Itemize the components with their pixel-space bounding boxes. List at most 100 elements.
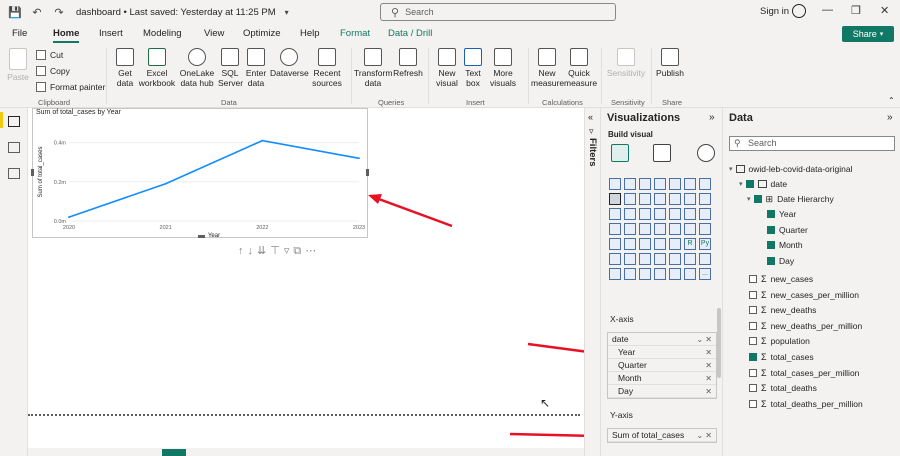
chevron-down-icon[interactable]: ▾ (747, 195, 751, 203)
tab-insert[interactable]: Insert (99, 28, 123, 39)
recent-sources-button[interactable]: Recent sources (308, 48, 346, 88)
hierarchy-level-item[interactable]: Year (767, 207, 796, 221)
field-controls-icon[interactable]: ⌄ ✕ (696, 333, 712, 346)
cut-button[interactable]: Cut (36, 50, 63, 60)
visual-type-icon[interactable] (669, 238, 681, 250)
visual-type-icon[interactable] (624, 208, 636, 220)
chevron-down-icon[interactable]: ▾ (739, 180, 743, 188)
visual-type-icon[interactable] (624, 193, 636, 205)
visual-type-icon[interactable] (699, 178, 711, 190)
visual-type-icon[interactable] (654, 208, 666, 220)
visual-type-icon[interactable] (609, 208, 621, 220)
visual-type-icon[interactable] (639, 208, 651, 220)
visual-type-icon[interactable] (639, 268, 651, 280)
visual-type-icon[interactable] (654, 223, 666, 235)
tab-modeling[interactable]: Modeling (143, 28, 182, 39)
x-axis-field-month[interactable]: Month ✕ (608, 372, 716, 385)
filters-pane-collapsed[interactable]: « ▿ Filters (584, 108, 600, 456)
visual-type-icon[interactable] (684, 193, 696, 205)
hierarchy-level-item[interactable]: Quarter (767, 223, 808, 237)
x-axis-field-date[interactable]: date ⌄ ✕ (608, 333, 716, 346)
checkbox[interactable] (745, 180, 754, 188)
remove-icon[interactable]: ✕ (705, 385, 712, 398)
transform-data-button[interactable]: Transform data (354, 48, 392, 88)
resize-handle[interactable] (366, 169, 369, 176)
sign-in-link[interactable]: Sign in (760, 6, 789, 17)
model-view-icon[interactable] (8, 168, 20, 179)
publish-button[interactable]: Publish (655, 48, 685, 78)
visual-type-icon[interactable] (654, 178, 666, 190)
visual-type-icon[interactable] (684, 253, 696, 265)
global-search-input[interactable]: ⚲ Search (380, 3, 616, 21)
expand-hierarchy-icon[interactable]: ⊤ (270, 245, 284, 257)
visual-type-icon[interactable] (639, 253, 651, 265)
visual-type-icon[interactable] (699, 253, 711, 265)
field-item[interactable]: Σnew_cases (749, 272, 813, 286)
checkbox[interactable] (749, 290, 757, 299)
visual-type-icon[interactable] (654, 253, 666, 265)
date-field-node[interactable]: ▾ date (739, 177, 787, 191)
visual-type-icon[interactable] (684, 268, 696, 280)
page-tab[interactable] (162, 449, 186, 456)
checkbox[interactable] (767, 256, 775, 265)
date-hierarchy-node[interactable]: ▾ ⊞ Date Hierarchy (747, 192, 834, 206)
visual-type-icon[interactable] (684, 208, 696, 220)
refresh-button[interactable]: Refresh (392, 48, 424, 78)
restore-icon[interactable]: ❐ (851, 4, 861, 17)
y-axis-well[interactable]: Sum of total_cases ⌄ ✕ (607, 428, 717, 443)
build-visual-icon[interactable] (611, 144, 629, 162)
field-item[interactable]: Σtotal_cases_per_million (749, 366, 859, 380)
x-axis-field-quarter[interactable]: Quarter ✕ (608, 359, 716, 372)
tab-help[interactable]: Help (300, 28, 320, 39)
field-item[interactable]: Σnew_deaths_per_million (749, 319, 862, 333)
chevron-up-icon[interactable]: ⌃ (888, 96, 895, 105)
checkbox[interactable] (749, 384, 757, 393)
excel-workbook-button[interactable]: Excel workbook (138, 48, 176, 88)
quick-measure-button[interactable]: Quick measure (564, 48, 597, 88)
checkbox[interactable] (749, 306, 757, 315)
chevrons-left-icon[interactable]: « (588, 112, 593, 122)
visual-type-icon[interactable] (639, 223, 651, 235)
close-icon[interactable]: ✕ (880, 4, 889, 17)
checkbox[interactable] (749, 368, 757, 377)
dataverse-button[interactable]: Dataverse (270, 48, 309, 78)
minimize-icon[interactable]: — (822, 4, 833, 16)
x-axis-field-year[interactable]: Year ✕ (608, 346, 716, 359)
table-node[interactable]: ▾ owid-leb-covid-data-original (729, 162, 852, 176)
visual-type-icon[interactable] (684, 178, 696, 190)
chevron-down-icon[interactable]: ▾ (729, 165, 733, 173)
tab-data-drill[interactable]: Data / Drill (388, 28, 432, 39)
visual-type-icon[interactable]: R (684, 238, 696, 250)
visual-type-icon[interactable] (699, 208, 711, 220)
checkbox[interactable] (749, 399, 757, 408)
visual-type-icon[interactable] (624, 253, 636, 265)
visual-type-icon[interactable] (669, 253, 681, 265)
visual-type-icon[interactable]: ... (699, 268, 711, 280)
x-axis-field-day[interactable]: Day ✕ (608, 385, 716, 398)
focus-mode-icon[interactable]: ⧉ (293, 245, 305, 257)
enter-data-button[interactable]: Enter data (243, 48, 269, 88)
visual-type-icon[interactable] (609, 223, 621, 235)
field-item[interactable]: Σnew_deaths (749, 303, 816, 317)
report-canvas[interactable]: 0.0m 0.2m 0.4m 2020 2021 2022 2023 Year Sum of t… (28, 108, 584, 456)
chevrons-right-icon[interactable]: » (709, 112, 715, 123)
visual-type-icon[interactable] (639, 193, 651, 205)
visual-type-icon[interactable] (669, 178, 681, 190)
user-avatar-icon[interactable] (792, 4, 806, 18)
visual-type-icon[interactable] (639, 238, 651, 250)
field-item[interactable]: Σtotal_cases (749, 350, 814, 364)
visual-type-icon[interactable] (654, 193, 666, 205)
hierarchy-level-item[interactable]: Day (767, 254, 794, 268)
onelake-data-hub-button[interactable]: OneLake data hub (176, 48, 218, 88)
paste-button[interactable]: Paste (6, 48, 30, 82)
analytics-icon[interactable] (697, 144, 715, 162)
get-data-button[interactable]: Get data (110, 48, 140, 88)
new-visual-button[interactable]: New visual (432, 48, 462, 88)
share-button[interactable]: Share ▾ (842, 26, 894, 42)
checkbox[interactable] (767, 210, 775, 218)
drill-up-icon[interactable]: ↑ (238, 245, 248, 257)
text-box-button[interactable]: Text box (461, 48, 485, 88)
field-item[interactable]: Σtotal_deaths_per_million (749, 397, 863, 411)
tab-view[interactable]: View (204, 28, 224, 39)
visual-type-icon[interactable] (699, 223, 711, 235)
